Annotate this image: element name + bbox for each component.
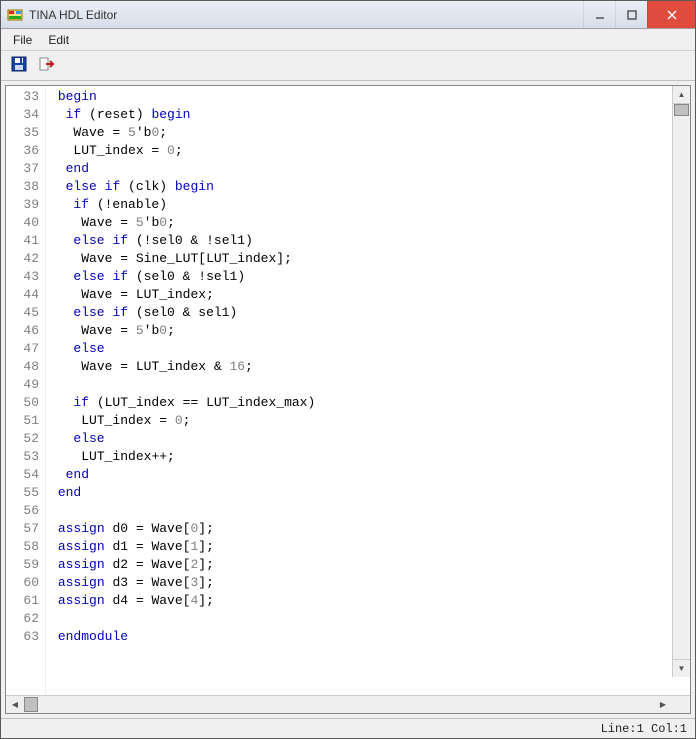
code-line[interactable]: else bbox=[50, 430, 690, 448]
line-number: 60 bbox=[6, 574, 39, 592]
code-line[interactable]: LUT_index = 0; bbox=[50, 142, 690, 160]
app-window: TINA HDL Editor File Edit 33343536373839… bbox=[0, 0, 696, 739]
app-icon bbox=[7, 7, 23, 23]
code-line[interactable] bbox=[50, 502, 690, 520]
menubar: File Edit bbox=[1, 29, 695, 51]
line-number: 42 bbox=[6, 250, 39, 268]
code-line[interactable]: else if (sel0 & !sel1) bbox=[50, 268, 690, 286]
code-line[interactable] bbox=[50, 376, 690, 394]
code-line[interactable]: else if (clk) begin bbox=[50, 178, 690, 196]
code-line[interactable]: assign d0 = Wave[0]; bbox=[50, 520, 690, 538]
cursor-position: Line:1 Col:1 bbox=[601, 722, 687, 736]
code-area[interactable]: begin if (reset) begin Wave = 5'b0; LUT_… bbox=[46, 86, 690, 695]
window-title: TINA HDL Editor bbox=[29, 8, 583, 22]
scroll-right-icon[interactable]: ▶ bbox=[654, 696, 672, 713]
horizontal-scrollbar[interactable]: ◀ ▶ bbox=[6, 695, 690, 713]
code-line[interactable]: else if (sel0 & sel1) bbox=[50, 304, 690, 322]
line-number: 49 bbox=[6, 376, 39, 394]
line-number: 38 bbox=[6, 178, 39, 196]
line-number: 46 bbox=[6, 322, 39, 340]
code-line[interactable]: else bbox=[50, 340, 690, 358]
line-number: 56 bbox=[6, 502, 39, 520]
line-number: 63 bbox=[6, 628, 39, 646]
line-number: 35 bbox=[6, 124, 39, 142]
menu-edit[interactable]: Edit bbox=[40, 30, 77, 50]
line-number: 59 bbox=[6, 556, 39, 574]
code-line[interactable]: assign d2 = Wave[2]; bbox=[50, 556, 690, 574]
code-line[interactable]: Wave = 5'b0; bbox=[50, 124, 690, 142]
line-number: 51 bbox=[6, 412, 39, 430]
line-number: 54 bbox=[6, 466, 39, 484]
line-number: 40 bbox=[6, 214, 39, 232]
code-line[interactable]: assign d4 = Wave[4]; bbox=[50, 592, 690, 610]
code-line[interactable]: assign d3 = Wave[3]; bbox=[50, 574, 690, 592]
code-line[interactable]: end bbox=[50, 466, 690, 484]
code-line[interactable]: endmodule bbox=[50, 628, 690, 646]
line-number: 44 bbox=[6, 286, 39, 304]
line-gutter: 3334353637383940414243444546474849505152… bbox=[6, 86, 46, 695]
code-line[interactable]: Wave = Sine_LUT[LUT_index]; bbox=[50, 250, 690, 268]
line-number: 33 bbox=[6, 88, 39, 106]
code-line[interactable]: Wave = 5'b0; bbox=[50, 214, 690, 232]
vscroll-thumb[interactable] bbox=[674, 104, 689, 116]
code-line[interactable]: Wave = 5'b0; bbox=[50, 322, 690, 340]
code-line[interactable]: if (reset) begin bbox=[50, 106, 690, 124]
code-line[interactable]: if (LUT_index == LUT_index_max) bbox=[50, 394, 690, 412]
toolbar bbox=[1, 51, 695, 81]
line-number: 57 bbox=[6, 520, 39, 538]
line-number: 53 bbox=[6, 448, 39, 466]
code-line[interactable]: else if (!sel0 & !sel1) bbox=[50, 232, 690, 250]
hscroll-thumb[interactable] bbox=[24, 697, 38, 712]
close-button[interactable] bbox=[647, 1, 695, 28]
menu-file[interactable]: File bbox=[5, 30, 40, 50]
maximize-button[interactable] bbox=[615, 1, 647, 28]
line-number: 50 bbox=[6, 394, 39, 412]
line-number: 36 bbox=[6, 142, 39, 160]
editor-body[interactable]: 3334353637383940414243444546474849505152… bbox=[6, 86, 690, 695]
line-number: 37 bbox=[6, 160, 39, 178]
line-number: 43 bbox=[6, 268, 39, 286]
code-line[interactable]: LUT_index = 0; bbox=[50, 412, 690, 430]
code-line[interactable]: end bbox=[50, 160, 690, 178]
line-number: 47 bbox=[6, 340, 39, 358]
line-number: 55 bbox=[6, 484, 39, 502]
statusbar: Line:1 Col:1 bbox=[1, 718, 695, 738]
scroll-up-icon[interactable]: ▲ bbox=[673, 86, 690, 104]
vertical-scrollbar[interactable]: ▲ ▼ bbox=[672, 86, 690, 677]
save-button[interactable] bbox=[7, 54, 31, 78]
line-number: 58 bbox=[6, 538, 39, 556]
code-line[interactable]: begin bbox=[50, 88, 690, 106]
code-line[interactable]: end bbox=[50, 484, 690, 502]
save-icon bbox=[11, 56, 27, 75]
line-number: 52 bbox=[6, 430, 39, 448]
code-line[interactable]: Wave = LUT_index; bbox=[50, 286, 690, 304]
minimize-button[interactable] bbox=[583, 1, 615, 28]
export-icon bbox=[39, 56, 55, 75]
scroll-left-icon[interactable]: ◀ bbox=[6, 696, 24, 713]
titlebar[interactable]: TINA HDL Editor bbox=[1, 1, 695, 29]
line-number: 61 bbox=[6, 592, 39, 610]
export-button[interactable] bbox=[35, 54, 59, 78]
scroll-down-icon[interactable]: ▼ bbox=[673, 659, 690, 677]
code-line[interactable]: if (!enable) bbox=[50, 196, 690, 214]
line-number: 39 bbox=[6, 196, 39, 214]
editor: 3334353637383940414243444546474849505152… bbox=[5, 85, 691, 714]
line-number: 45 bbox=[6, 304, 39, 322]
code-line[interactable] bbox=[50, 610, 690, 628]
code-line[interactable]: LUT_index++; bbox=[50, 448, 690, 466]
line-number: 48 bbox=[6, 358, 39, 376]
line-number: 62 bbox=[6, 610, 39, 628]
window-controls bbox=[583, 1, 695, 28]
line-number: 34 bbox=[6, 106, 39, 124]
code-line[interactable]: Wave = LUT_index & 16; bbox=[50, 358, 690, 376]
code-line[interactable]: assign d1 = Wave[1]; bbox=[50, 538, 690, 556]
line-number: 41 bbox=[6, 232, 39, 250]
